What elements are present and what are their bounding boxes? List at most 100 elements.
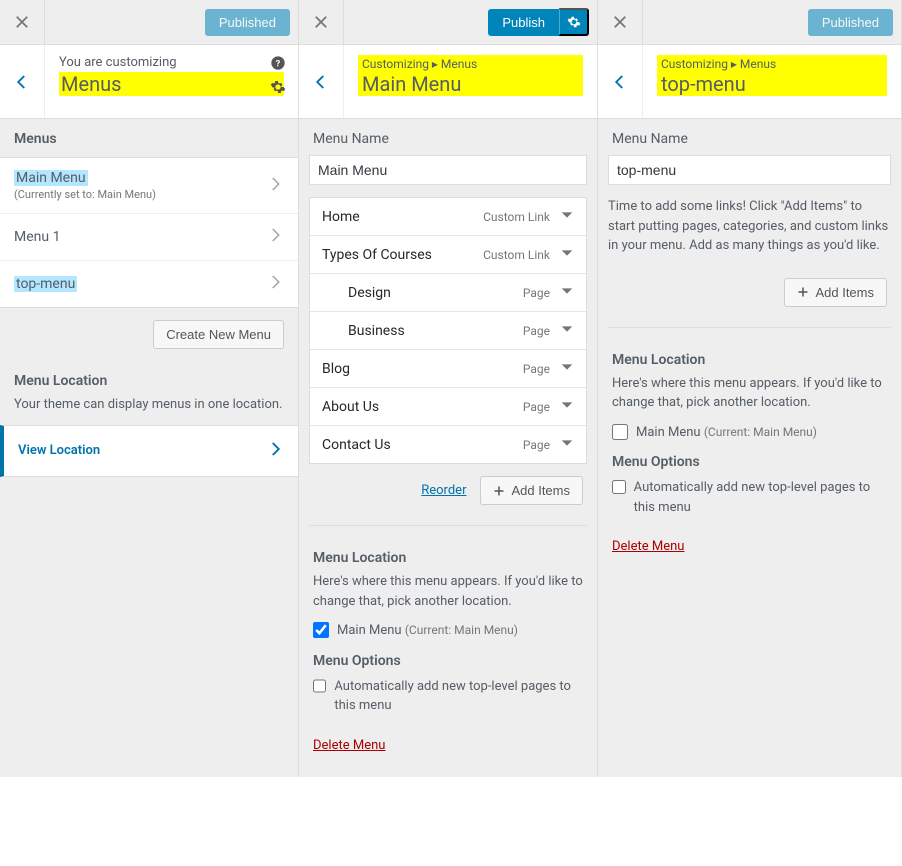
menu-location-label: Main Menu (Current: Main Menu) <box>636 423 817 443</box>
caret-down-icon <box>560 246 574 263</box>
menu-item-title: Design <box>348 285 391 301</box>
menu-item-title: Contact Us <box>322 437 391 453</box>
plus-icon <box>493 485 505 497</box>
published-button: Published <box>808 9 893 36</box>
chevron-left-icon <box>13 73 31 91</box>
menu-item-type: Page <box>523 438 550 452</box>
menu-item-type: Custom Link <box>483 248 550 262</box>
menu-location-checkbox[interactable] <box>612 424 628 440</box>
menu-item[interactable]: Design Page <box>310 274 586 312</box>
gear-icon[interactable] <box>270 79 286 95</box>
menu-list: Main Menu (Currently set to: Main Menu) … <box>0 158 298 308</box>
caret-down-icon <box>560 398 574 415</box>
menu-location-desc: Here's where this menu appears. If you'd… <box>313 572 583 611</box>
close-icon <box>613 15 627 29</box>
menu-item-title: About Us <box>322 399 379 415</box>
menu-item-type: Page <box>523 324 550 338</box>
menu-name-input[interactable] <box>608 155 891 185</box>
menu-item[interactable]: About Us Page <box>310 388 586 426</box>
menu-item[interactable]: Blog Page <box>310 350 586 388</box>
caret-down-icon <box>560 436 574 453</box>
menu-row-menu1[interactable]: Menu 1 <box>0 214 298 261</box>
menu-items-list: Home Custom Link Types Of Courses Custom… <box>309 197 587 464</box>
close-icon <box>314 15 328 29</box>
menu-name-label: Menu Name <box>608 119 891 155</box>
empty-menu-desc: Time to add some links! Click "Add Items… <box>608 197 891 256</box>
header: Customizing ▸ Menus Main Menu <box>299 45 597 119</box>
menu-item-title: Business <box>348 323 405 339</box>
caret-down-icon <box>560 322 574 339</box>
close-button[interactable] <box>0 0 45 45</box>
breadcrumb: Customizing ▸ Menus <box>661 57 776 71</box>
back-button[interactable] <box>0 45 45 118</box>
menu-location-block: Menu Location Your theme can display men… <box>0 361 298 425</box>
menu-options-label: Automatically add new top-level pages to… <box>634 478 887 517</box>
back-button[interactable] <box>299 45 344 118</box>
section-label: Menus <box>0 119 298 158</box>
published-button: Published <box>205 9 290 36</box>
menu-location-desc: Your theme can display menus in one loca… <box>14 395 284 415</box>
reorder-link[interactable]: Reorder <box>421 483 466 498</box>
menu-item[interactable]: Home Custom Link <box>310 198 586 236</box>
svg-text:?: ? <box>276 58 281 69</box>
header: Customizing ▸ Menus top-menu <box>598 45 901 119</box>
panel-menus-root: Published You are customizing Menus ? Me… <box>0 0 299 777</box>
caret-down-icon <box>560 284 574 301</box>
menu-location-heading: Menu Location <box>313 550 583 566</box>
page-title: Main Menu <box>362 72 461 96</box>
menu-location-label: Main Menu (Current: Main Menu) <box>337 621 518 641</box>
menu-location-desc: Here's where this menu appears. If you'd… <box>612 374 887 413</box>
caret-down-icon <box>560 360 574 377</box>
menu-item-title: Blog <box>322 361 350 377</box>
plus-icon <box>797 286 809 298</box>
gear-icon <box>567 15 581 29</box>
caret-down-icon <box>560 208 574 225</box>
chevron-left-icon <box>312 73 330 91</box>
menu-item-type: Page <box>523 286 550 300</box>
create-new-menu-button[interactable]: Create New Menu <box>153 320 284 349</box>
publish-button[interactable]: Publish <box>488 9 559 36</box>
menu-item[interactable]: Types Of Courses Custom Link <box>310 236 586 274</box>
menu-row-topmenu[interactable]: top-menu <box>0 261 298 307</box>
add-items-label: Add Items <box>815 285 874 300</box>
menu-item-type: Page <box>523 400 550 414</box>
publish-settings-button[interactable] <box>559 8 589 36</box>
topbar: Published <box>598 0 901 45</box>
delete-menu-link[interactable]: Delete Menu <box>313 738 385 753</box>
close-button[interactable] <box>598 0 643 45</box>
menu-options-checkbox[interactable] <box>313 678 326 694</box>
menu-options-heading: Menu Options <box>612 454 887 470</box>
topbar: Published <box>0 0 298 45</box>
breadcrumb: Customizing ▸ Menus <box>362 57 477 71</box>
chevron-right-icon <box>266 175 284 197</box>
close-button[interactable] <box>299 0 344 45</box>
page-title: Menus <box>59 72 284 96</box>
header: You are customizing Menus ? <box>0 45 298 119</box>
menu-location-heading: Menu Location <box>612 352 887 368</box>
close-icon <box>15 15 29 29</box>
menu-item[interactable]: Contact Us Page <box>310 426 586 463</box>
add-items-label: Add Items <box>511 483 570 498</box>
back-button[interactable] <box>598 45 643 118</box>
chevron-left-icon <box>611 73 629 91</box>
menu-location-heading: Menu Location <box>14 373 284 389</box>
panel-main-menu: Publish Customizing ▸ Menus Main Menu Me… <box>299 0 598 777</box>
chevron-right-icon <box>266 273 284 295</box>
add-items-button[interactable]: Add Items <box>784 278 887 307</box>
menu-row-main[interactable]: Main Menu (Currently set to: Main Menu) <box>0 158 298 214</box>
delete-menu-link[interactable]: Delete Menu <box>612 539 684 554</box>
menu-row-title: top-menu <box>14 276 77 292</box>
help-icon[interactable]: ? <box>270 55 286 71</box>
menu-item-title: Types Of Courses <box>322 247 432 263</box>
menu-item-type: Custom Link <box>483 210 550 224</box>
menu-name-input[interactable] <box>309 155 587 185</box>
topbar: Publish <box>299 0 597 45</box>
menu-item[interactable]: Business Page <box>310 312 586 350</box>
menu-location-checkbox[interactable] <box>313 622 329 638</box>
page-title: top-menu <box>661 72 746 96</box>
menu-item-title: Home <box>322 209 360 225</box>
menu-options-label: Automatically add new top-level pages to… <box>334 677 583 716</box>
view-location-row[interactable]: View Location <box>0 425 298 477</box>
add-items-button[interactable]: Add Items <box>480 476 583 505</box>
menu-options-checkbox[interactable] <box>612 479 626 495</box>
